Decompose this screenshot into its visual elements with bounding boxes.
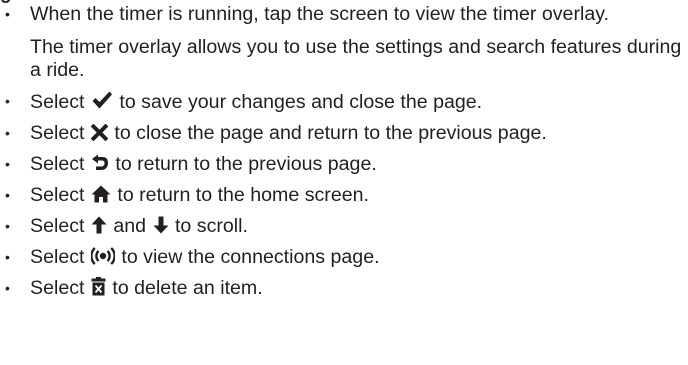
bullet-text-after: to close the page and return to the prev… [114, 122, 547, 144]
close-x-icon [90, 124, 108, 141]
bullet-dot: • [5, 6, 10, 22]
bullet-item-connections: • Select to view the connections page. [0, 246, 688, 269]
bullet-dot: • [5, 280, 10, 296]
bullet-text-after: to view the connections page. [121, 246, 380, 268]
bullet-dot: • [5, 93, 10, 109]
checkmark-icon [91, 90, 113, 110]
bullet-text-before: Select [30, 184, 85, 206]
bullet-dot: • [5, 249, 10, 265]
arrow-down-icon [153, 216, 169, 234]
bullet-text-before: Select [30, 277, 85, 299]
trash-icon [91, 277, 106, 296]
bullet-dot: • [5, 187, 10, 203]
bullet-text-middle: and [113, 215, 147, 237]
bullet-dot: • [5, 125, 10, 141]
back-arrow-icon [91, 154, 109, 172]
bullet-item-close: • Select to close the page and return to… [0, 122, 688, 145]
bullet-list: • When the timer is running, tap the scr… [0, 3, 688, 308]
bullet-text-before: Select [30, 246, 85, 268]
bullet-item-timer-overlay: • When the timer is running, tap the scr… [0, 3, 688, 82]
bullet-text-after: to scroll. [174, 215, 248, 237]
bullet-item-back: • Select to return to the previous page. [0, 153, 688, 176]
bullet-text-after: to return to the home screen. [117, 184, 369, 206]
home-icon [91, 185, 111, 203]
bullet-subtext: The timer overlay allows you to use the … [30, 36, 682, 81]
bullet-text-after: to save your changes and close the page. [119, 91, 483, 113]
connections-icon [90, 247, 115, 265]
bullet-text-before: Select [30, 91, 85, 113]
bullet-text-before: Select [30, 153, 85, 175]
bullet-text-before: Select [30, 215, 85, 237]
bullet-item-delete: • Select to delete an item. [0, 277, 688, 300]
bullet-text: When the timer is running, tap the scree… [30, 3, 610, 25]
bullet-item-home: • Select to return to the home screen. [0, 184, 688, 207]
bullet-dot: • [5, 156, 10, 172]
bullet-text-before: Select [30, 122, 85, 144]
bullet-item-save: • Select to save your changes and close … [0, 90, 688, 114]
bullet-item-scroll: • Select and to scroll. [0, 215, 688, 238]
arrow-up-icon [91, 216, 107, 234]
bullet-dot: • [5, 218, 10, 234]
bullet-text-after: to delete an item. [112, 277, 263, 299]
bullet-text-after: to return to the previous page. [115, 153, 377, 175]
manual-page: g • When the timer is running, tap the s… [0, 0, 688, 365]
